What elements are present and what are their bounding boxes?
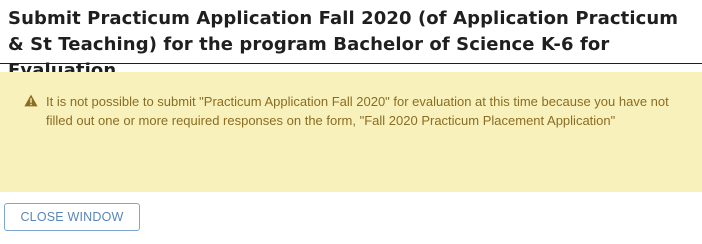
warning-icon: [24, 94, 38, 107]
close-window-button[interactable]: CLOSE WINDOW: [4, 203, 140, 231]
title-divider: [0, 63, 702, 64]
alert-message: It is not possible to submit "Practicum …: [46, 94, 669, 128]
warning-alert: It is not possible to submit "Practicum …: [0, 72, 702, 192]
